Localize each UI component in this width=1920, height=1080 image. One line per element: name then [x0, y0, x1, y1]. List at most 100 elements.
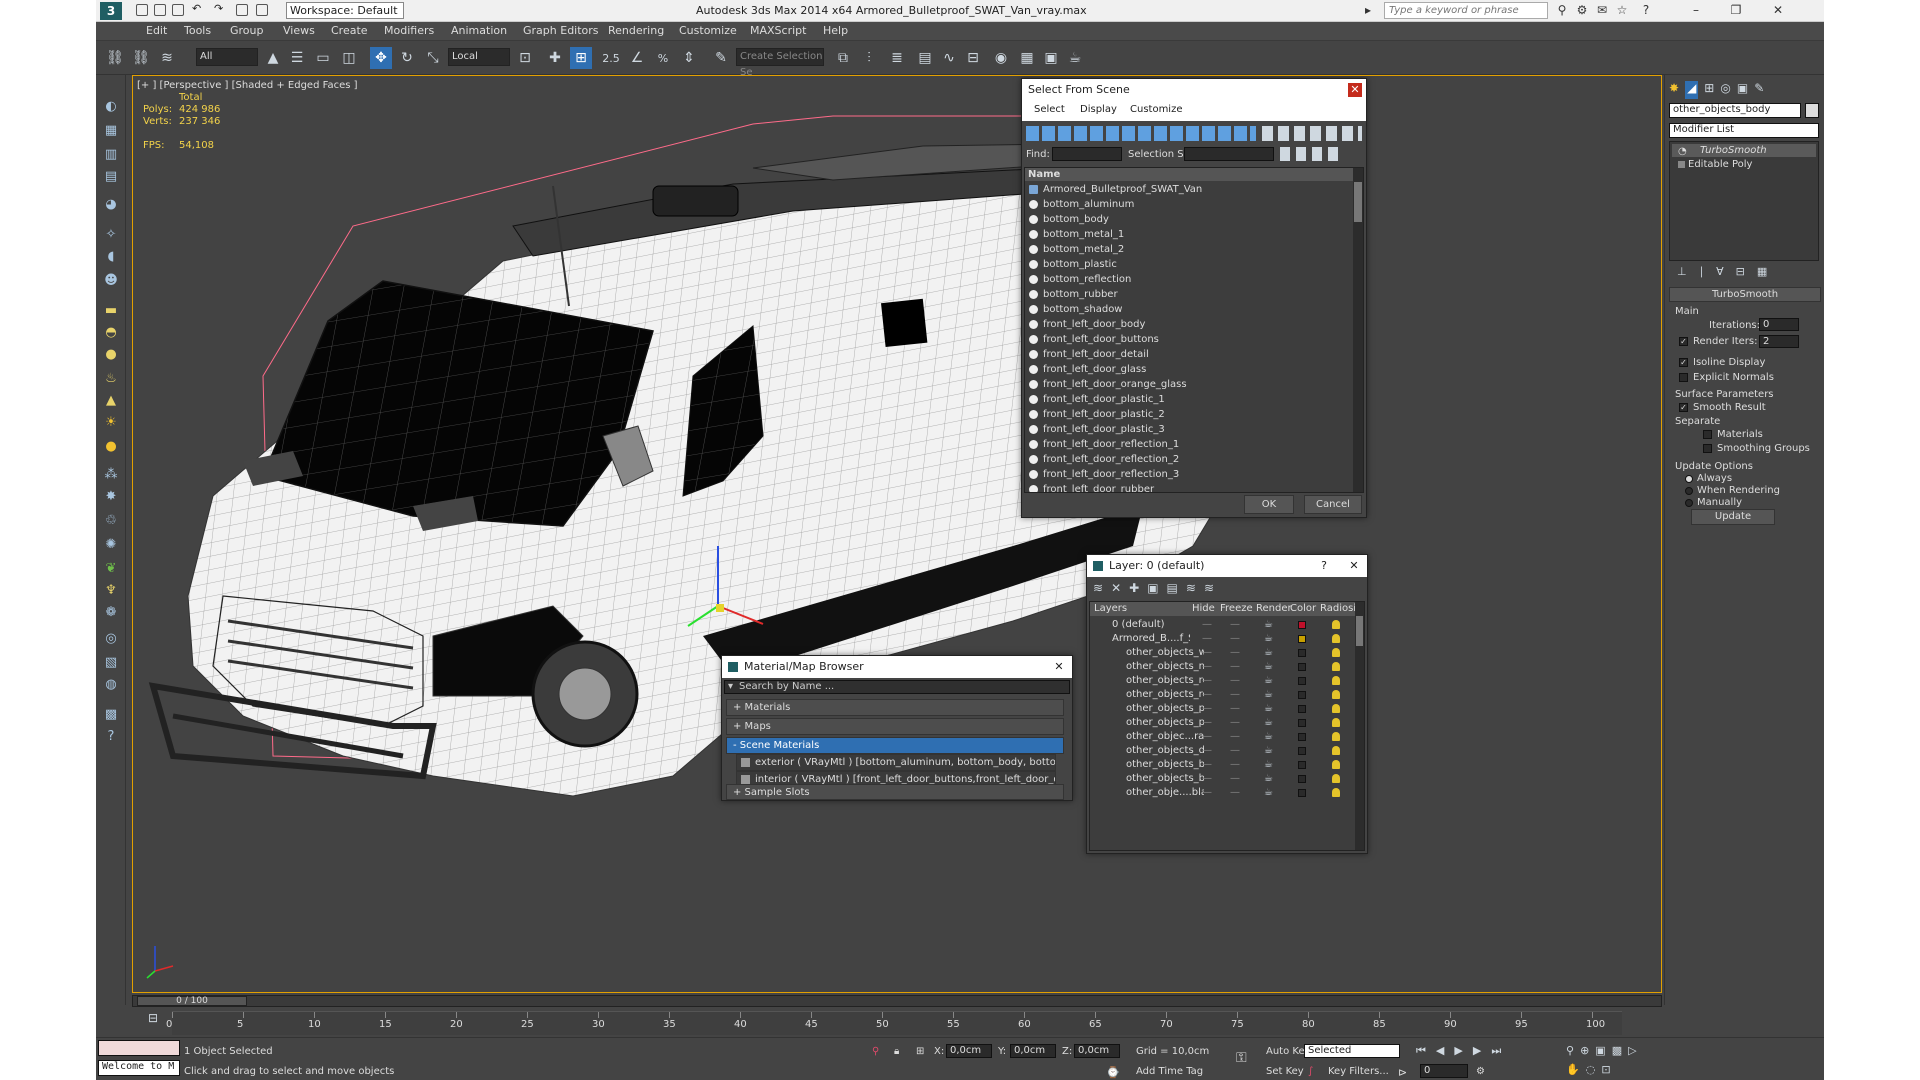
foliage-icon[interactable]: ❦: [102, 559, 120, 577]
list-item[interactable]: front_left_door_reflection_3: [1027, 467, 1355, 482]
turbosmooth-rollout-header[interactable]: TurboSmooth: [1669, 287, 1821, 302]
container-icon[interactable]: ▩: [102, 705, 120, 723]
list-item[interactable]: bottom_body: [1027, 212, 1355, 227]
absolute-mode-icon[interactable]: ⊞: [916, 1046, 924, 1057]
sphere-primitive-icon[interactable]: ●: [102, 345, 120, 363]
layer-color-swatch[interactable]: [1298, 775, 1306, 783]
new-file-icon[interactable]: [136, 4, 148, 16]
render-teapot-icon[interactable]: ☕: [1264, 702, 1273, 716]
selection-filter-dropdown[interactable]: All: [196, 48, 258, 66]
snap-toggle-icon[interactable]: 2.5: [600, 47, 622, 69]
update-button[interactable]: Update: [1691, 509, 1775, 525]
stack-item-editable-poly[interactable]: Editable Poly: [1672, 158, 1816, 171]
sample-slots-group[interactable]: + Sample Slots: [726, 784, 1064, 800]
selected-keys-dropdown[interactable]: Selected: [1304, 1044, 1400, 1058]
zoom-icon[interactable]: ⚲: [1566, 1044, 1574, 1057]
freeze-toggle[interactable]: —: [1230, 758, 1240, 772]
freeze-toggle[interactable]: —: [1230, 702, 1240, 716]
sun-light-icon[interactable]: ☀: [102, 413, 120, 431]
go-to-end-icon[interactable]: ⏭: [1491, 1044, 1501, 1058]
time-configuration-icon[interactable]: ⚙: [1476, 1066, 1485, 1077]
align-icon[interactable]: ⫶: [858, 47, 880, 69]
layer-color-swatch[interactable]: [1298, 747, 1306, 755]
percent-snap-icon[interactable]: %: [652, 47, 674, 69]
list-item[interactable]: bottom_shadow: [1027, 302, 1355, 317]
column-render[interactable]: Render: [1256, 603, 1292, 614]
render-teapot-icon[interactable]: ☕: [1264, 744, 1273, 758]
iterations-spinner[interactable]: 0: [1759, 318, 1799, 331]
render-teapot-icon[interactable]: ☕: [1264, 730, 1273, 744]
link-icon[interactable]: ⛓: [104, 47, 126, 69]
menu-select[interactable]: Select: [1034, 104, 1065, 115]
select-object-icon[interactable]: ▲: [262, 47, 284, 69]
open-file-icon[interactable]: [154, 4, 166, 16]
highlight-layer-icon[interactable]: ▤: [1167, 581, 1178, 597]
filter-type-icons[interactable]: [1026, 126, 1256, 141]
render-teapot-icon[interactable]: ☕: [1264, 618, 1273, 632]
ok-button[interactable]: OK: [1244, 495, 1294, 514]
hide-toggle[interactable]: —: [1202, 786, 1212, 800]
maps-group[interactable]: + Maps: [726, 718, 1064, 735]
help-circle-icon[interactable]: ?: [102, 727, 120, 745]
radiosity-bulb-icon[interactable]: [1332, 788, 1340, 797]
column-header-name[interactable]: Name: [1025, 168, 1355, 181]
selection-lock-icon[interactable]: 🔒︎: [894, 1046, 899, 1057]
create-tab-icon[interactable]: ✸: [1669, 81, 1679, 99]
hide-toggle[interactable]: —: [1202, 646, 1212, 660]
render-teapot-icon[interactable]: ☕: [1264, 786, 1273, 800]
viewport-layout-icon[interactable]: ▦: [102, 121, 120, 139]
layer-color-swatch[interactable]: [1298, 761, 1306, 769]
freeze-toggle[interactable]: —: [1230, 674, 1240, 688]
pin-stack-icon[interactable]: ⊥: [1677, 265, 1687, 279]
subscription-icon[interactable]: ⚙: [1572, 2, 1592, 19]
render-production-icon[interactable]: ☕: [1064, 47, 1086, 69]
layer-row[interactable]: other_objects_d — — ☕: [1094, 744, 1354, 758]
hide-toggle[interactable]: —: [1202, 674, 1212, 688]
list-item[interactable]: front_left_door_rubber: [1027, 482, 1355, 492]
cancel-button[interactable]: Cancel: [1304, 495, 1362, 514]
menu-group[interactable]: Group: [230, 24, 264, 37]
named-selection-set-dropdown[interactable]: Create Selection Se: [736, 48, 824, 78]
light-lister-icon[interactable]: ◕: [102, 195, 120, 213]
radiosity-bulb-icon[interactable]: [1332, 648, 1340, 657]
mirror-icon[interactable]: ⧉: [832, 47, 854, 69]
orbit-icon[interactable]: ◌: [1586, 1063, 1596, 1076]
omni-light-icon[interactable]: ●: [102, 437, 120, 455]
zoom-all-icon[interactable]: ⊕: [1580, 1044, 1589, 1057]
manipulate-icon[interactable]: ✚: [544, 47, 566, 69]
render-teapot-icon[interactable]: ☕: [1264, 758, 1273, 772]
workspace-dropdown[interactable]: Workspace: Default: [286, 2, 404, 19]
layer-row[interactable]: other_objects_re — — ☕: [1094, 688, 1354, 702]
radiosity-bulb-icon[interactable]: [1332, 746, 1340, 755]
layer-manager-icon[interactable]: ≣: [886, 47, 908, 69]
list-item[interactable]: front_left_door_orange_glass: [1027, 377, 1355, 392]
layer-row[interactable]: other_objects_p — — ☕: [1094, 702, 1354, 716]
close-icon[interactable]: ✕: [1347, 559, 1361, 573]
find-input[interactable]: [1052, 147, 1122, 161]
hide-toggle[interactable]: —: [1202, 618, 1212, 632]
menu-display[interactable]: Display: [1080, 104, 1117, 115]
list-item[interactable]: bottom_metal_1: [1027, 227, 1355, 242]
update-manually-radio[interactable]: [1685, 499, 1693, 507]
maxscript-listener[interactable]: [98, 1040, 180, 1056]
pivot-center-icon[interactable]: ⊡: [514, 47, 536, 69]
time-slider-thumb[interactable]: 0 / 100: [137, 996, 247, 1006]
pan-icon[interactable]: ✋: [1566, 1063, 1580, 1076]
x-coordinate-input[interactable]: 0,0cm: [946, 1044, 992, 1058]
create-tool-icon[interactable]: ◐: [102, 97, 120, 115]
maximize-viewport-icon[interactable]: ⊡: [1601, 1063, 1610, 1076]
select-and-move-icon[interactable]: ✥: [370, 47, 392, 69]
layer-row[interactable]: Armored_B....f_SWA — — ☕: [1094, 632, 1354, 646]
delete-layer-icon[interactable]: ✕: [1111, 581, 1121, 597]
add-time-tag-button[interactable]: Add Time Tag: [1136, 1066, 1203, 1077]
reactor-icon[interactable]: ♲: [102, 511, 120, 529]
earth-icon[interactable]: ◍: [102, 675, 120, 693]
render-teapot-icon[interactable]: ☕: [1264, 674, 1273, 688]
layer-color-swatch[interactable]: [1298, 649, 1306, 657]
menu-create[interactable]: Create: [331, 24, 368, 37]
layer-row[interactable]: other_objec...ra — — ☕: [1094, 730, 1354, 744]
reference-coordinate-dropdown[interactable]: Local: [448, 48, 510, 66]
rectangular-selection-icon[interactable]: ▭: [312, 47, 334, 69]
column-layers[interactable]: Layers: [1094, 603, 1127, 614]
scene-explorer-icon[interactable]: ▥: [102, 145, 120, 163]
